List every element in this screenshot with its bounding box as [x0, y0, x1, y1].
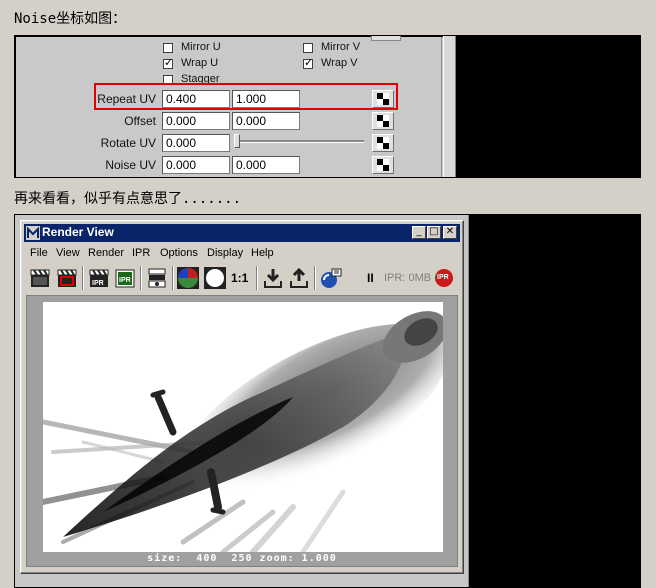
wrap-u-label: Wrap U	[181, 57, 219, 69]
render-canvas-frame: size: 400 250 zoom: 1.000	[26, 295, 458, 567]
mirror-u-checkbox[interactable]	[163, 43, 173, 53]
rotate-uv-map-button[interactable]	[372, 134, 394, 152]
offset-map-button[interactable]	[372, 112, 394, 130]
wrap-v-checkbox[interactable]: ✓	[303, 56, 314, 69]
toolbar-separator	[172, 266, 174, 290]
attribute-scrollbar[interactable]	[441, 36, 456, 177]
repeat-uv-highlight-box	[94, 83, 398, 110]
ipr-refresh-icon[interactable]: IPR	[113, 266, 137, 290]
menu-file[interactable]: File	[30, 247, 48, 259]
toolbar-separator	[314, 266, 316, 290]
maya-app-icon	[26, 226, 40, 240]
menu-display[interactable]: Display	[207, 247, 243, 259]
menu-view[interactable]: View	[56, 247, 80, 259]
title-bar[interactable]: Render View _ □ ✕	[24, 224, 460, 242]
clipped-button	[371, 36, 401, 41]
render-view-window: Render View _ □ ✕ File View Render IPR O…	[20, 220, 464, 574]
menu-options[interactable]: Options	[160, 247, 198, 259]
toolbar-separator	[140, 266, 142, 290]
caption-middle: 再来看看，似乎有点意思了.......	[14, 191, 242, 207]
minimize-button[interactable]: _	[412, 226, 426, 239]
render-globals-icon[interactable]	[319, 266, 343, 290]
menu-ipr[interactable]: IPR	[132, 247, 150, 259]
render-region-icon[interactable]	[55, 266, 79, 290]
checker-map-icon	[377, 137, 389, 149]
rotate-uv-field[interactable]: 0.000	[162, 134, 230, 152]
remove-image-icon[interactable]	[287, 266, 311, 290]
menu-help[interactable]: Help	[251, 247, 274, 259]
checker-map-icon	[377, 115, 389, 127]
noise-uv-map-button[interactable]	[372, 156, 394, 174]
svg-text:IPR: IPR	[92, 280, 104, 287]
snapshot-icon[interactable]	[145, 266, 169, 290]
ipr-stop-badge[interactable]: IPR	[435, 269, 453, 287]
rendered-insect-image	[40, 302, 449, 555]
mirror-v-checkbox[interactable]	[303, 43, 313, 53]
ipr-render-icon[interactable]: IPR	[87, 266, 111, 290]
svg-text:IPR: IPR	[119, 277, 131, 284]
check-mark-icon: ✓	[304, 56, 314, 69]
offset-u-field[interactable]: 0.000	[162, 112, 230, 130]
mirror-u-label: Mirror U	[181, 41, 221, 53]
toolbar-separator	[256, 266, 258, 290]
status-bar: size: 400 250 zoom: 1.000	[147, 553, 337, 564]
rotate-uv-slider[interactable]	[236, 140, 364, 143]
mirror-v-label: Mirror V	[321, 41, 361, 53]
color-channels-icon[interactable]	[176, 266, 200, 290]
wrap-u-checkbox[interactable]: ✓	[163, 56, 174, 69]
toolbar: IPR IPR 1:1 II IPR: 0MB IPR	[25, 264, 459, 292]
noise-u-field[interactable]: 0.000	[162, 156, 230, 174]
noise-v-field[interactable]: 0.000	[232, 156, 300, 174]
offset-label: Offset	[124, 114, 156, 128]
render-image[interactable]	[40, 302, 449, 555]
rotate-uv-slider-handle[interactable]	[234, 134, 240, 148]
noise-uv-label: Noise UV	[105, 158, 156, 172]
toolbar-separator	[82, 266, 84, 290]
scrollbar-thumb[interactable]	[443, 36, 456, 177]
window-title: Render View	[42, 225, 114, 239]
rotate-uv-label: Rotate UV	[100, 136, 156, 150]
pause-ipr-button[interactable]: II	[367, 271, 374, 285]
zoom-ratio-button[interactable]: 1:1	[231, 271, 248, 285]
ipr-badge-text: IPR	[437, 274, 449, 281]
ipr-memory-readout: IPR: 0MB	[384, 272, 432, 284]
offset-v-field[interactable]: 0.000	[232, 112, 300, 130]
wrap-v-label: Wrap V	[321, 57, 358, 69]
checker-map-icon	[377, 159, 389, 171]
menu-render[interactable]: Render	[88, 247, 124, 259]
alpha-channel-icon[interactable]	[203, 266, 227, 290]
caption-top: Noise坐标如图：	[14, 11, 127, 27]
check-mark-icon: ✓	[164, 56, 174, 69]
render-clapper-icon[interactable]	[28, 266, 52, 290]
maximize-button[interactable]: □	[427, 226, 441, 239]
close-button[interactable]: ✕	[443, 226, 457, 239]
keep-image-icon[interactable]	[261, 266, 285, 290]
